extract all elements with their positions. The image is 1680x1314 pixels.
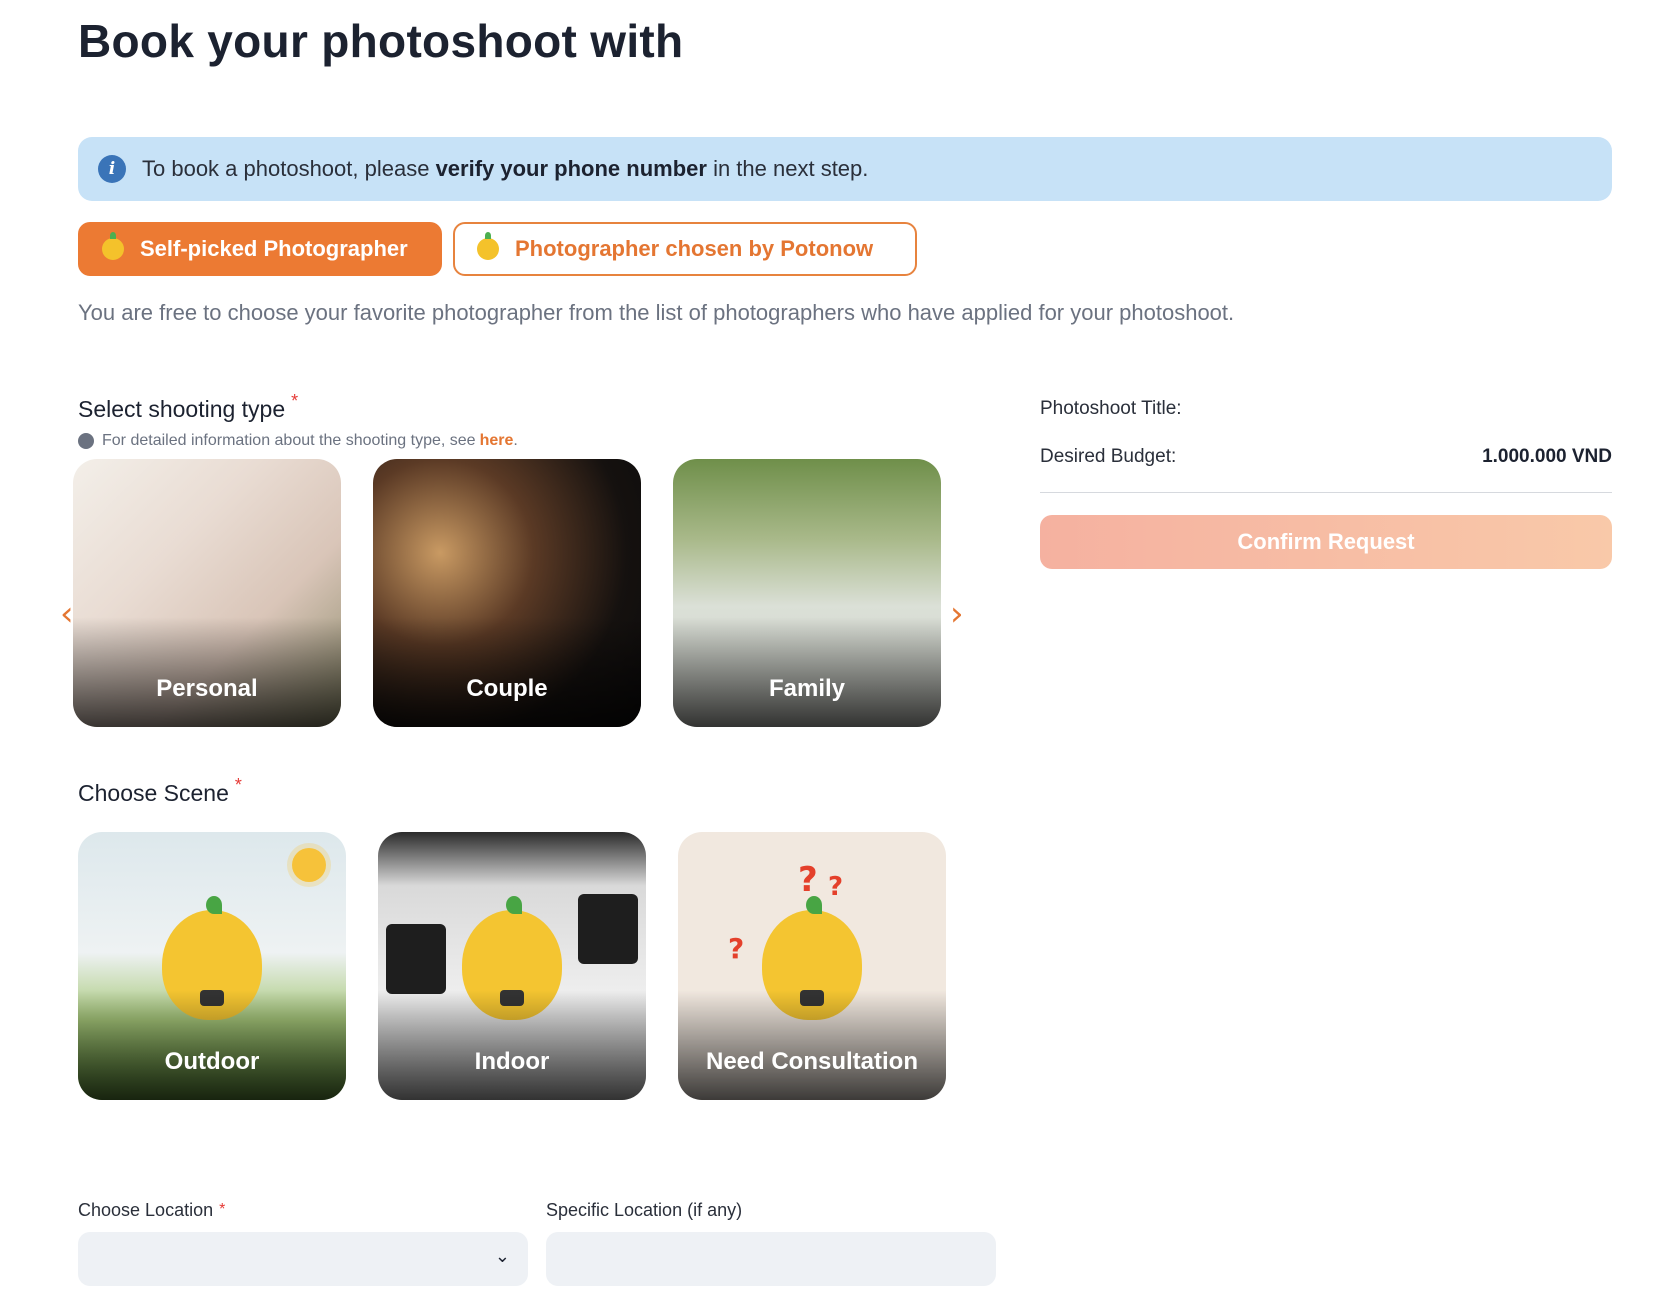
card-label: Indoor [474, 1048, 550, 1075]
softbox-icon [578, 894, 638, 964]
required-mark: * [291, 391, 299, 411]
card-shade [373, 617, 641, 727]
summary-divider [1040, 492, 1612, 493]
shooting-type-here-link[interactable]: here [480, 432, 514, 450]
card-shade [378, 990, 646, 1100]
softbox-icon [386, 924, 446, 994]
shooting-type-label: Select shooting type * [78, 391, 299, 422]
chick-icon [477, 232, 499, 260]
question-mark-icon: ? [828, 872, 844, 902]
shooting-type-hint: For detailed information about the shoot… [78, 432, 518, 450]
scene-need-consultation[interactable]: ? ? ? Need Consultation [678, 832, 946, 1100]
confirm-request-button[interactable]: Confirm Request [1040, 515, 1612, 569]
card-label: Need Consultation [705, 1048, 918, 1075]
card-label: Outdoor [164, 1048, 260, 1075]
question-mark-icon: ? [798, 860, 818, 900]
scene-label: Choose Scene * [78, 775, 242, 806]
choose-location-label: Choose Location * [78, 1200, 226, 1220]
chevron-down-icon: ⌄ [494, 1246, 510, 1267]
photoshoot-title-row: Photoshoot Title: [1040, 398, 1612, 420]
choose-location-select[interactable]: ⌄ [78, 1232, 528, 1286]
required-mark: * [219, 1201, 226, 1218]
chick-icon [102, 232, 124, 260]
card-label: Personal [156, 675, 258, 702]
info-icon: i [98, 155, 126, 183]
chevron-right-icon[interactable]: › [950, 594, 964, 634]
card-shade [673, 617, 941, 727]
shooting-type-family[interactable]: Family [673, 459, 941, 727]
specific-location-label: Specific Location (if any) [546, 1200, 743, 1220]
chosen-by-label: Photographer chosen by Potonow [515, 236, 874, 261]
mode-description: You are free to choose your favorite pho… [78, 300, 1235, 325]
required-mark: * [234, 775, 242, 795]
card-shade [73, 617, 341, 727]
sun-icon [292, 848, 326, 882]
self-picked-photographer-button[interactable]: Self-picked Photographer [78, 222, 442, 276]
card-label: Couple [466, 675, 548, 702]
specific-location-input[interactable] [546, 1232, 996, 1286]
shooting-type-couple[interactable]: Couple [373, 459, 641, 727]
info-banner: i To book a photoshoot, please verify yo… [78, 137, 1612, 201]
shooting-type-personal[interactable]: Personal [73, 459, 341, 727]
desired-budget-label: Desired Budget: [1040, 446, 1177, 467]
scene-indoor[interactable]: Indoor [378, 832, 646, 1100]
info-text-bold: verify your phone number [435, 156, 707, 181]
photoshoot-title-label: Photoshoot Title: [1040, 398, 1182, 419]
info-circle-icon [78, 433, 94, 449]
card-shade [78, 990, 346, 1100]
desired-budget-row: Desired Budget: 1.000.000 VND [1040, 446, 1612, 468]
self-picked-label: Self-picked Photographer [140, 236, 408, 261]
question-mark-icon: ? [728, 932, 745, 965]
scene-outdoor[interactable]: Outdoor [78, 832, 346, 1100]
page-title: Book your photoshoot with [78, 15, 684, 67]
info-text: To book a photoshoot, please verify your… [142, 156, 869, 181]
chevron-left-icon[interactable]: ‹ [60, 594, 74, 634]
card-label: Family [768, 675, 846, 702]
desired-budget-value: 1.000.000 VND [1482, 446, 1612, 467]
photographer-chosen-by-potonow-button[interactable]: Photographer chosen by Potonow [453, 222, 917, 276]
card-shade [678, 990, 946, 1100]
